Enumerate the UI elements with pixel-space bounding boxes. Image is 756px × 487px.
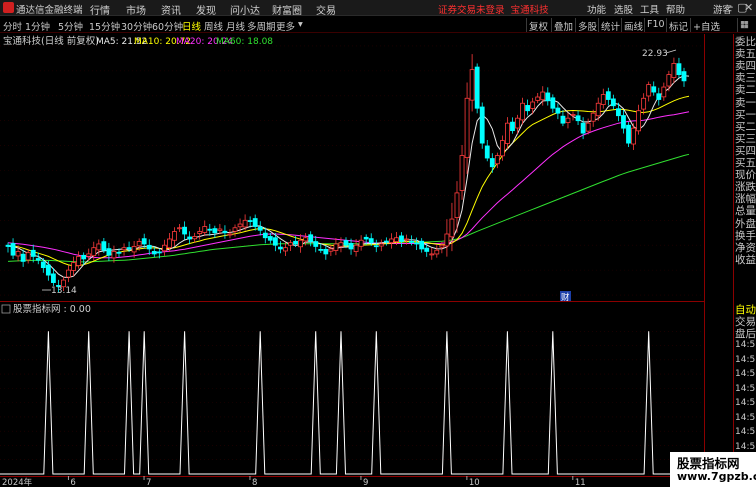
trade-time: 14:5	[735, 412, 756, 423]
watermark-url: www.7gpzb.com	[677, 470, 756, 483]
menu-jiaoyi[interactable]: 交易	[316, 2, 336, 17]
high-price-label: 22.93	[642, 49, 668, 59]
watermark: 股票指标网 www.7gpzb.com	[670, 452, 756, 487]
menu-caifuquan[interactable]: 财富圈	[272, 2, 302, 17]
close-icon[interactable]: ✕	[744, 1, 753, 14]
title-bar: 通达信金融终端 行情 市场 资讯 发现 问小达 财富圈 交易 证券交易未登录 宝…	[0, 0, 756, 17]
trade-time: 14:5	[735, 441, 756, 452]
axis-month-label: 11	[575, 478, 586, 487]
app-logo-icon	[3, 2, 14, 13]
menu-gongju[interactable]: 工具	[640, 2, 659, 16]
quote-label: 委比	[735, 36, 756, 48]
period-30min[interactable]: 30分钟	[121, 19, 152, 33]
period-month[interactable]: 月线	[226, 19, 245, 33]
candlestick-chart[interactable]: 23.0022.0021.0020.0019.0018.0017.0016.00…	[0, 34, 705, 302]
period-1min[interactable]: 1分钟	[25, 19, 50, 33]
quote-label: 买四	[735, 144, 756, 157]
indicator-title: 股票指标网 : 0.00	[13, 303, 91, 315]
quote-label: 买一	[735, 108, 756, 121]
period-toolbar: 分时 1分钟 5分钟 15分钟 30分钟 60分钟 日线 周线 月线 多周期 更…	[0, 17, 756, 33]
candle[interactable]	[479, 102, 485, 149]
chart-title: 宝通科技(日线 前复权)	[3, 35, 99, 47]
add-watchlist-button[interactable]: +自选	[690, 18, 722, 33]
quote-label: 总量	[735, 205, 756, 218]
candle[interactable]	[626, 121, 631, 147]
menu-shichang[interactable]: 市场	[126, 2, 146, 17]
quote-label: 卖五	[735, 48, 756, 61]
trade-time: 14:5	[735, 383, 756, 394]
quote-panel: 委比 卖五 卖四 卖三 卖二 卖一 买一 买二 买三 买四 买五 现价 涨跌 涨幅 总量 外盘 换手 净资 收益 自…	[733, 34, 756, 487]
period-60min[interactable]: 60分钟	[152, 19, 183, 33]
menu-hangqing[interactable]: 行情	[90, 2, 110, 17]
menu-wenxiaoda[interactable]: 问小达	[230, 2, 260, 17]
huaxian-button[interactable]: 画线	[621, 18, 645, 33]
quote-label: 卖二	[735, 84, 756, 97]
menu-faxian[interactable]: 发现	[196, 2, 216, 17]
more-dropdown-icon[interactable]: ▾	[298, 19, 303, 30]
axis-month-label: 7	[146, 478, 151, 487]
axis-month-label: 8	[252, 478, 257, 487]
period-fenshi[interactable]: 分时	[3, 19, 22, 33]
tongji-button[interactable]: 统计	[598, 18, 622, 33]
quote-label: 涨跌	[735, 181, 756, 194]
grid-icon[interactable]: ▦	[737, 18, 751, 32]
axis-month-label: 6	[70, 478, 75, 487]
quote-label: 卖四	[735, 60, 756, 73]
biaoji-button[interactable]: 标记	[666, 18, 690, 33]
diejia-button[interactable]: 叠加	[551, 18, 575, 33]
period-5min[interactable]: 5分钟	[58, 19, 83, 33]
time-axis: 2024年 6 7 8 9 10 11	[0, 476, 705, 487]
quote-label: 现价	[735, 169, 756, 182]
axis-month-label: 9	[363, 478, 368, 487]
quote-label: 买二	[735, 120, 756, 133]
quote-label: 卖三	[735, 72, 756, 85]
quote-label: 换手	[735, 229, 756, 242]
trade-time: 14:5	[735, 340, 756, 350]
axis-month-label: 10	[469, 478, 480, 487]
period-more[interactable]: 更多	[276, 19, 295, 33]
menu-bangzhu[interactable]: 帮助	[666, 2, 685, 16]
candle[interactable]	[474, 63, 480, 114]
trade-time: 14:5	[735, 369, 756, 379]
menu-gongneng[interactable]: 功能	[587, 2, 606, 16]
low-price-label: 13.14	[51, 286, 77, 296]
quote-label: 买三	[735, 132, 756, 145]
axis-year: 2024年	[2, 477, 33, 487]
quote-label: 买五	[735, 157, 756, 169]
duogu-button[interactable]: 多股	[575, 18, 599, 33]
period-week[interactable]: 周线	[204, 19, 223, 33]
trade-time: 14:5	[735, 398, 756, 408]
quote-status-label: 交易	[735, 316, 756, 329]
quote-label: 外盘	[735, 217, 756, 230]
period-multi[interactable]: 多周期	[247, 19, 276, 33]
ma-header-label: MA60: 18.08	[216, 37, 273, 47]
cai-marker[interactable]: 财	[561, 292, 570, 302]
menu-xuangu[interactable]: 选股	[614, 2, 633, 16]
trade-time: 14:5	[735, 354, 756, 365]
fuquan-button[interactable]: 复权	[526, 18, 550, 33]
quote-status-label: 盘后	[735, 328, 756, 341]
indicator-chart[interactable]: 1.000.900.800.700.600.500.400.300.200.10…	[0, 302, 705, 476]
f10-button[interactable]: F10	[644, 18, 667, 32]
app-title: 通达信金融终端	[16, 5, 83, 16]
trade-time: 14:5	[735, 427, 756, 437]
quote-label: 涨幅	[735, 193, 756, 206]
period-15min[interactable]: 15分钟	[89, 19, 120, 33]
quote-label: 收益	[735, 253, 756, 266]
stock-link: 宝通科技	[510, 5, 549, 16]
quote-status-label[interactable]: 自动	[735, 304, 756, 316]
period-day[interactable]: 日线	[182, 19, 201, 33]
minimize-icon[interactable]: ─	[726, 1, 733, 14]
menu-zixun[interactable]: 资讯	[161, 2, 181, 17]
quote-label: 卖一	[735, 96, 756, 109]
quote-label: 净资	[735, 241, 756, 254]
login-status[interactable]: 证券交易未登录 宝通科技	[438, 2, 549, 16]
